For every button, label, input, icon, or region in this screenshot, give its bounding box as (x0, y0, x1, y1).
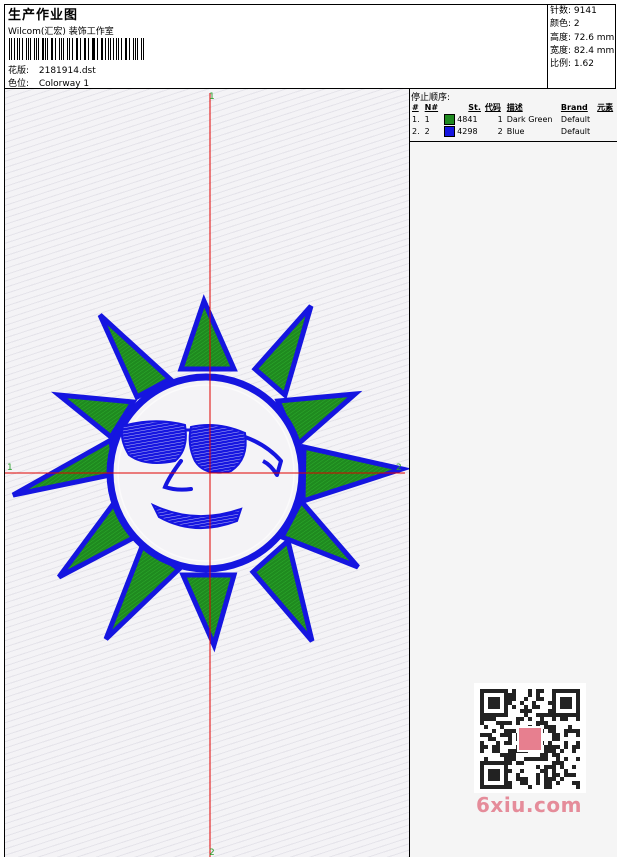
row-n: 1 (424, 114, 430, 124)
row-desc: Dark Green (506, 114, 553, 124)
row-brand: Default (560, 126, 591, 136)
stitch-count: 4841 (457, 114, 478, 124)
stat-height: 高度: 72.6 mm (550, 32, 615, 43)
row-stitches: 4298 (442, 125, 483, 137)
row-stitches: 4841 (442, 113, 483, 125)
studio-name: Wilcom(汇宏) 装饰工作室 (8, 27, 114, 37)
col-header-num: # (412, 102, 419, 112)
row-code: 2 (497, 126, 503, 136)
table-row: 2. 2 4298 2 Blue Default (410, 125, 617, 137)
colorway-label: 色位: (8, 79, 30, 89)
stat-ratio: 比例: 1.62 (550, 59, 594, 70)
row-desc: Blue (506, 126, 525, 136)
stat-stitches: 针数: 9141 (550, 6, 597, 16)
worksheet-header: 生产作业图 Wilcom(汇宏) 装饰工作室 花版: 2181914.dst 色… (5, 5, 615, 89)
row-num: 1. (412, 114, 420, 124)
divider (410, 141, 617, 142)
pattern-label: 花版: (8, 66, 30, 76)
ray-shape (300, 443, 409, 505)
col-header-code: 代码 (484, 102, 501, 112)
ray-shape (11, 435, 118, 498)
ray-shape (179, 572, 238, 653)
left-lens (120, 420, 187, 464)
colorway-row: 色位: Colorway 1 (8, 76, 89, 89)
right-lens (188, 424, 247, 474)
colorway-value: Colorway 1 (38, 79, 90, 89)
stat-width: 宽度: 82.4 mm (550, 45, 615, 56)
stitch-count: 4298 (457, 126, 478, 136)
axis-label-left: 1 (7, 463, 13, 473)
col-header-element: 元素 (597, 102, 614, 112)
col-header-brand: Brand (560, 102, 588, 112)
pattern-file-row: 花版: 2181914.dst (8, 63, 96, 76)
pattern-value: 2181914.dst (38, 66, 96, 76)
color-swatch (443, 113, 455, 125)
stop-sequence-panel: 停止顺序: # N# St. 代码 描述 Brand 元素 1. 1 4841 (410, 89, 617, 857)
row-code: 1 (497, 114, 503, 124)
color-swatch (443, 125, 455, 137)
axis-label-top: 1 (209, 92, 215, 102)
row-num: 2. (412, 126, 420, 136)
col-header-n: N# (424, 102, 439, 112)
ray-shape (249, 536, 315, 643)
row-brand: Default (560, 114, 591, 124)
qr-code-icon (474, 683, 586, 793)
row-element (595, 125, 617, 137)
table-row: 1. 1 4841 1 Dark Green Default (410, 113, 617, 125)
stat-colors: 颜色: 2 (550, 19, 580, 30)
ray-shape (251, 304, 314, 400)
axis-label-bottom: 2 (209, 848, 215, 857)
axis-label-right: 2 (396, 463, 402, 473)
barcode (9, 38, 145, 60)
row-n: 2 (424, 126, 430, 136)
ray-shape (97, 313, 175, 401)
design-stats: 针数: 9141 颜色: 2 高度: 72.6 mm 宽度: 82.4 mm 比… (547, 5, 617, 89)
design-preview: 1 2 1 2 (5, 89, 410, 857)
col-header-desc: 描述 (506, 102, 523, 112)
table-header-row: # N# St. 代码 描述 Brand 元素 (410, 101, 617, 113)
sun-embroidery-design: 1 2 1 2 (5, 92, 409, 857)
row-element (595, 113, 617, 125)
col-header-stitches: St. (468, 102, 481, 112)
watermark-logo: 6xiu.com (476, 793, 582, 817)
stop-sequence-table: # N# St. 代码 描述 Brand 元素 1. 1 4841 1 Dark… (410, 101, 617, 137)
production-worksheet: 生产作业图 Wilcom(汇宏) 装饰工作室 花版: 2181914.dst 色… (4, 4, 617, 857)
ray-shape (177, 294, 238, 372)
page-title: 生产作业图 (8, 8, 79, 23)
